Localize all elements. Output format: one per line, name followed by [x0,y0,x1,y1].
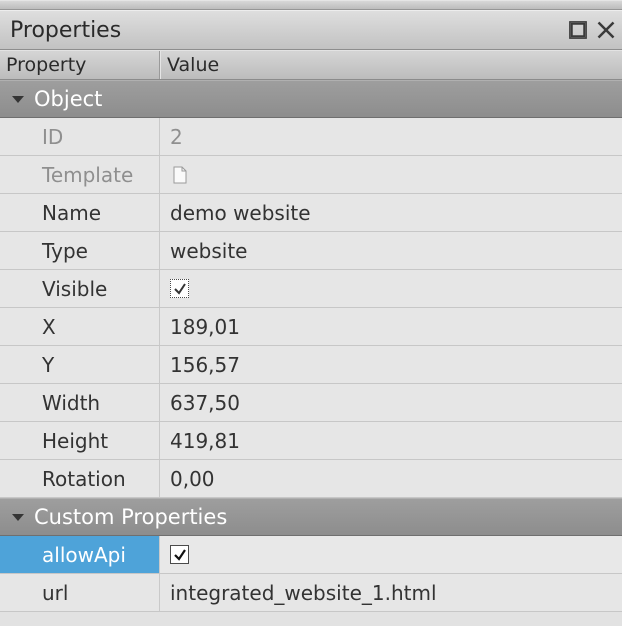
prop-label-rotation: Rotation [0,460,160,497]
width-field[interactable] [170,384,622,421]
prop-label-width: Width [0,384,160,421]
row-id: ID [0,118,622,156]
row-width: Width [0,384,622,422]
restore-icon[interactable] [568,20,588,40]
prop-label-id: ID [0,118,160,155]
height-field[interactable] [170,422,622,459]
row-visible: Visible [0,270,622,308]
prop-label-x: X [0,308,160,345]
empty-area [0,612,622,626]
id-field [170,118,622,155]
allowapi-checkbox[interactable] [170,545,189,564]
group-header-custom[interactable]: Custom Properties [0,498,622,536]
row-height: Height [0,422,622,460]
row-allowapi[interactable]: allowApi [0,536,622,574]
column-header-value[interactable]: Value [160,51,622,79]
row-x: X [0,308,622,346]
row-name: Name [0,194,622,232]
group-label: Custom Properties [34,505,227,529]
rotation-field[interactable] [170,460,622,497]
prop-label-visible: Visible [0,270,160,307]
prop-label-template: Template [0,156,160,193]
visible-checkbox[interactable] [170,279,189,298]
group-header-object[interactable]: Object [0,80,622,118]
titlebar-buttons [568,20,616,40]
row-rotation: Rotation [0,460,622,498]
chevron-down-icon [12,96,24,103]
url-field[interactable] [170,574,622,611]
column-header-property[interactable]: Property [0,51,160,79]
prop-label-allowapi: allowApi [0,536,160,573]
name-field[interactable] [170,194,622,231]
row-template: Template [0,156,622,194]
chevron-down-icon [12,514,24,521]
prop-label-y: Y [0,346,160,383]
group-label: Object [34,87,102,111]
type-field[interactable] [170,232,622,269]
window-top-strip [0,0,622,10]
prop-label-url: url [0,574,160,611]
column-headers: Property Value [0,50,622,80]
row-url: url [0,574,622,612]
close-icon[interactable] [596,20,616,40]
prop-label-name: Name [0,194,160,231]
row-y: Y [0,346,622,384]
panel-title: Properties [10,18,568,43]
x-field[interactable] [170,308,622,345]
prop-label-type: Type [0,232,160,269]
row-type: Type [0,232,622,270]
y-field[interactable] [170,346,622,383]
properties-panel: Properties Property Value Object ID Temp… [0,0,622,626]
panel-titlebar: Properties [0,10,622,50]
prop-label-height: Height [0,422,160,459]
template-page-icon[interactable] [170,165,190,185]
